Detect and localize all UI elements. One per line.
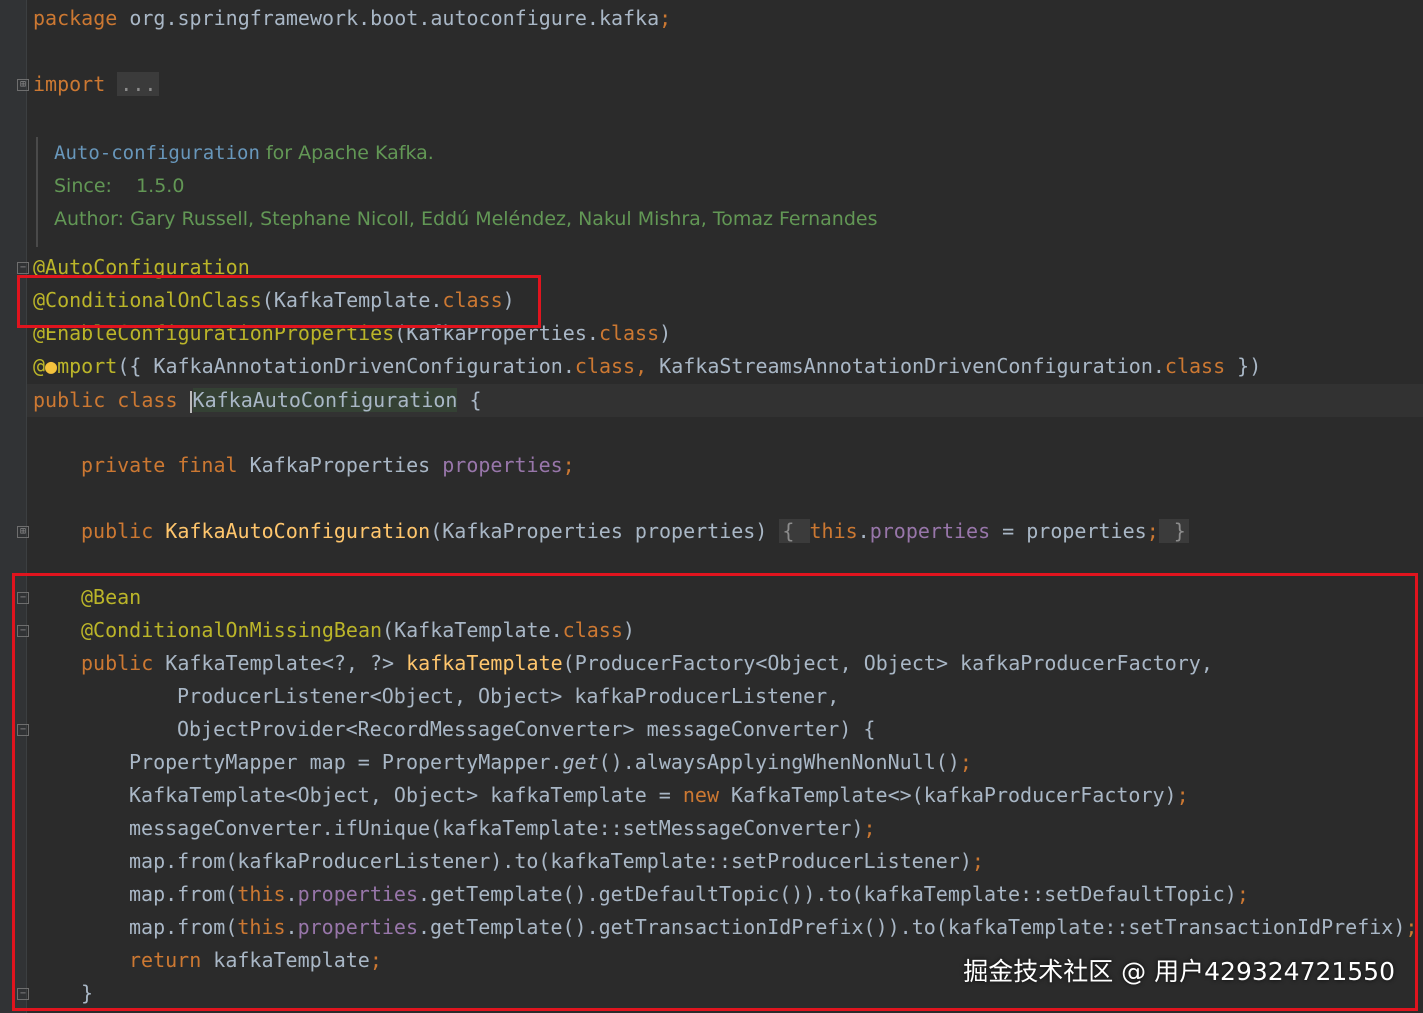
field-name: properties [869, 519, 991, 543]
highlight-box-kafka-template-bean [12, 573, 1418, 1011]
folded-brace: { [779, 519, 810, 543]
keyword: class [1164, 354, 1226, 378]
folded-brace: } [1158, 519, 1189, 543]
semicolon: ; [659, 6, 672, 30]
javadoc-summary: Auto-configuration for Apache Kafka. [54, 137, 914, 170]
lightbulb-icon[interactable]: ● [45, 354, 57, 378]
annotation: mport [57, 354, 118, 378]
annotation-arg: ({ KafkaAnnotationDrivenConfiguration. [117, 354, 575, 378]
keyword: private final [81, 453, 250, 477]
keyword: public [81, 519, 166, 543]
keyword: import [33, 72, 106, 96]
watermark: 掘金技术社区 @ 用户429324721550 [963, 957, 1395, 986]
semicolon: ; [1146, 519, 1159, 543]
code-line-import-annotation[interactable]: @●mport({ KafkaAnnotationDrivenConfigura… [33, 350, 1261, 383]
since-label: Since: [54, 175, 112, 197]
comma: , [635, 354, 648, 378]
keyword: class [598, 321, 660, 345]
text-caret [189, 390, 192, 413]
javadoc-summary-text: for Apache Kafka. [259, 142, 434, 164]
assignment: = properties [990, 519, 1147, 543]
brace: { [457, 388, 482, 412]
author-value: Gary Russell, Stephane Nicoll, Eddú Melé… [130, 208, 878, 230]
annotation-arg: KafkaStreamsAnnotationDrivenConfiguratio… [647, 354, 1165, 378]
annotation-at: @ [33, 354, 46, 378]
code-line-import[interactable]: import ... [33, 68, 160, 101]
fold-class-icon[interactable]: − [17, 262, 29, 274]
code-line-package[interactable]: package org.springframework.boot.autocon… [33, 2, 671, 35]
keyword: class [574, 354, 636, 378]
since-value: 1.5.0 [136, 175, 185, 197]
class-name[interactable]: KafkaAutoConfiguration [192, 388, 458, 412]
keyword: this [809, 519, 858, 543]
constructor-name: KafkaAutoConfiguration [165, 519, 431, 543]
keyword: public class [33, 388, 190, 412]
dot: . [857, 519, 870, 543]
params: (KafkaProperties properties) [430, 519, 780, 543]
type: KafkaProperties [249, 453, 443, 477]
javadoc-link[interactable]: Auto-configuration [54, 142, 260, 164]
semicolon: ; [562, 453, 575, 477]
fold-import-icon[interactable]: ⊞ [17, 79, 29, 91]
javadoc-block: Auto-configuration for Apache Kafka. Sin… [36, 137, 914, 247]
code-line-class-declaration[interactable]: public class KafkaAutoConfiguration { [33, 384, 482, 417]
folded-imports[interactable]: ... [117, 72, 160, 96]
code-line-constructor[interactable]: public KafkaAutoConfiguration(KafkaPrope… [81, 515, 1189, 548]
code-line-field[interactable]: private final KafkaProperties properties… [81, 449, 575, 482]
paren: }) [1225, 354, 1262, 378]
paren: ) [659, 321, 672, 345]
author-label: Author: [54, 208, 125, 230]
keyword: package [33, 6, 118, 30]
javadoc-author: Author: Gary Russell, Stephane Nicoll, E… [54, 203, 914, 236]
field-name: properties [442, 453, 563, 477]
package-name: org.springframework.boot.autoconfigure.k… [117, 6, 660, 30]
highlight-box-conditional-on-class [17, 275, 541, 328]
fold-constructor-icon[interactable]: ⊞ [17, 526, 29, 538]
javadoc-since: Since: 1.5.0 [54, 170, 914, 203]
